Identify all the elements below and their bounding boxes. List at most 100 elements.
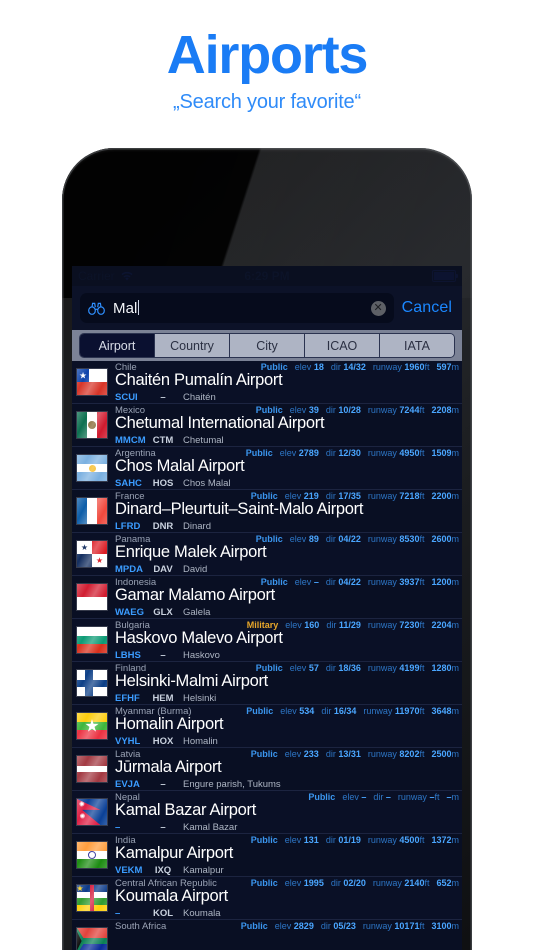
clear-icon[interactable]: ✕ [370,300,386,316]
elev-label: elev [284,491,302,501]
elev-value: – [313,577,319,587]
ft-unit: ft [419,749,425,759]
use-badge: Public [250,835,278,845]
airport-row[interactable]: Argentina Chos Malal Airport SAHC HOS Chos M… [72,447,462,490]
cancel-button[interactable]: Cancel [402,299,454,317]
icao-code: – [115,908,121,919]
runway-label: runway [363,706,393,716]
row-body: South Africa Public elev 2829 dir 05/23 runw… [113,920,462,950]
airport-row[interactable]: Indonesia Gamar Malamo Airport WAEG GLX Gale… [72,576,462,619]
airport-stats: Public elev 89 dir 04/22 runway 8530ft 2600m [256,534,459,544]
flag-icon-latvia [76,755,108,783]
city-label: Kamal Bazar [183,822,238,833]
icao-code: EVJA [115,779,140,790]
airport-row[interactable]: Mexico Chetumal International Airport MMCM… [72,404,462,447]
dir-label: dir [373,792,384,802]
airport-row[interactable]: France Dinard–Pleurtuit–Saint-Malo Airpor… [72,490,462,533]
flag-icon-argentina [76,454,108,482]
elev-label: elev [289,534,307,544]
use-badge: Public [240,921,268,931]
elev-label: elev [284,835,302,845]
city-label: David [183,564,208,575]
use-badge: Public [308,792,336,802]
airport-name: Dinard–Pleurtuit–Saint-Malo Airport [115,500,364,518]
runway-m-value: 1372 [431,835,452,845]
runway-ft-value: 8202 [399,749,420,759]
elev-label: elev [294,362,312,372]
segment-country[interactable]: Country [155,334,230,357]
segment-airport[interactable]: Airport [80,334,155,357]
ft-unit: ft [419,534,425,544]
runway-ft-value: 8530 [399,534,420,544]
ft-unit: ft [419,620,425,630]
dir-label: dir [325,491,336,501]
runway-label: runway [367,491,397,501]
airport-codes: MPDA DAV David [115,564,207,575]
runway-m-value: 652 [436,878,452,888]
use-badge: Public [255,663,283,673]
m-unit: m [451,620,460,630]
icao-code: VEKM [115,865,143,876]
airport-list[interactable]: ★ Chile Chaitén Pumalín Airport SCUI – Chaité… [72,361,462,950]
flag-icon-myanmar: ★ [76,712,108,740]
page-title: Airports [166,25,369,85]
runway-label: runway [367,534,397,544]
m-unit: m [451,921,460,931]
elev-label: elev [294,577,312,587]
elev-value: 131 [303,835,319,845]
flag-icon-india [76,841,108,869]
airport-stats: Public elev 39 dir 10/28 runway 7244ft 2208m [256,405,459,415]
m-unit: m [451,448,460,458]
airport-name: Kamal Bazar Airport [115,801,257,819]
row-body: Argentina Chos Malal Airport SAHC HOS Chos M… [113,447,462,489]
airport-row[interactable]: ★ ★ Panama Enrique Malek Airport MPDA DAV Davi… [72,533,462,576]
airport-row[interactable]: Latvia Jūrmala Airport EVJA – Engure parish,… [72,748,462,791]
airport-row[interactable]: ★ Chile Chaitén Pumalín Airport SCUI – Chaité… [72,361,462,404]
iata-code: – [160,779,166,790]
runway-ft-value: 3937 [399,577,420,587]
elev-label: elev [289,405,307,415]
dir-label: dir [325,534,336,544]
city-label: Koumala [183,908,221,919]
runway-m-value: 3648 [431,706,452,716]
iata-code: – [160,650,166,661]
airport-row[interactable]: India Kamalpur Airport VEKM IXQ Kamalpur Publ… [72,834,462,877]
row-body: Mexico Chetumal International Airport MMCM… [113,404,462,446]
runway-ft-value: 7230 [399,620,420,630]
m-unit: m [451,792,460,802]
search-input[interactable]: Mal ✕ [80,293,394,323]
row-body: Panama Enrique Malek Airport MPDA DAV David P… [113,533,462,575]
dir-label: dir [321,706,332,716]
elev-label: elev [285,620,302,630]
ft-unit: ft [419,577,425,587]
runway-m-value: 1200 [431,577,452,587]
airport-row[interactable]: Bulgaria Haskovo Malevo Airport LBHS – Hasko… [72,619,462,662]
iata-code: KOL [152,908,174,919]
airport-stats: Public elev 534 dir 16/34 runway 11970ft 364… [246,706,459,716]
airport-row[interactable]: Finland Helsinki-Malmi Airport EFHF HEM Hels… [72,662,462,705]
dir-label: dir [325,663,336,673]
airport-row[interactable]: ★ Central African Republic Koumala Airport… [72,877,462,920]
ft-unit: ft [419,448,425,458]
icao-code: VYHL [115,736,141,747]
elev-label: elev [284,878,302,888]
segment-iata[interactable]: IATA [380,334,454,357]
airport-row[interactable]: South Africa Public elev 2829 dir 05/23 runw… [72,920,462,950]
airport-row[interactable]: ★ Myanmar (Burma) Homalin Airport VYHL HOX Ho… [72,705,462,748]
m-unit: m [451,835,460,845]
flag-icon-southafrica [76,927,108,950]
elev-label: elev [284,749,302,759]
runway-ft-value: 4199 [399,663,420,673]
dir-value: – [385,792,391,802]
ft-unit: ft [419,706,425,716]
icao-code: EFHF [115,693,140,704]
elev-value: 160 [304,620,320,630]
airport-codes: EFHF HEM Helsinki [115,693,216,704]
airport-row[interactable]: ✺ ✺ Nepal Kamal Bazar Airport – – Kamal Bazar P… [72,791,462,834]
segment-icao[interactable]: ICAO [305,334,380,357]
row-body: Myanmar (Burma) Homalin Airport VYHL HOX Hom… [113,705,462,747]
airport-codes: LBHS – Haskovo [115,650,220,661]
segment-city[interactable]: City [230,334,305,357]
iata-code: HOX [152,736,174,747]
iata-code: CTM [152,435,174,446]
